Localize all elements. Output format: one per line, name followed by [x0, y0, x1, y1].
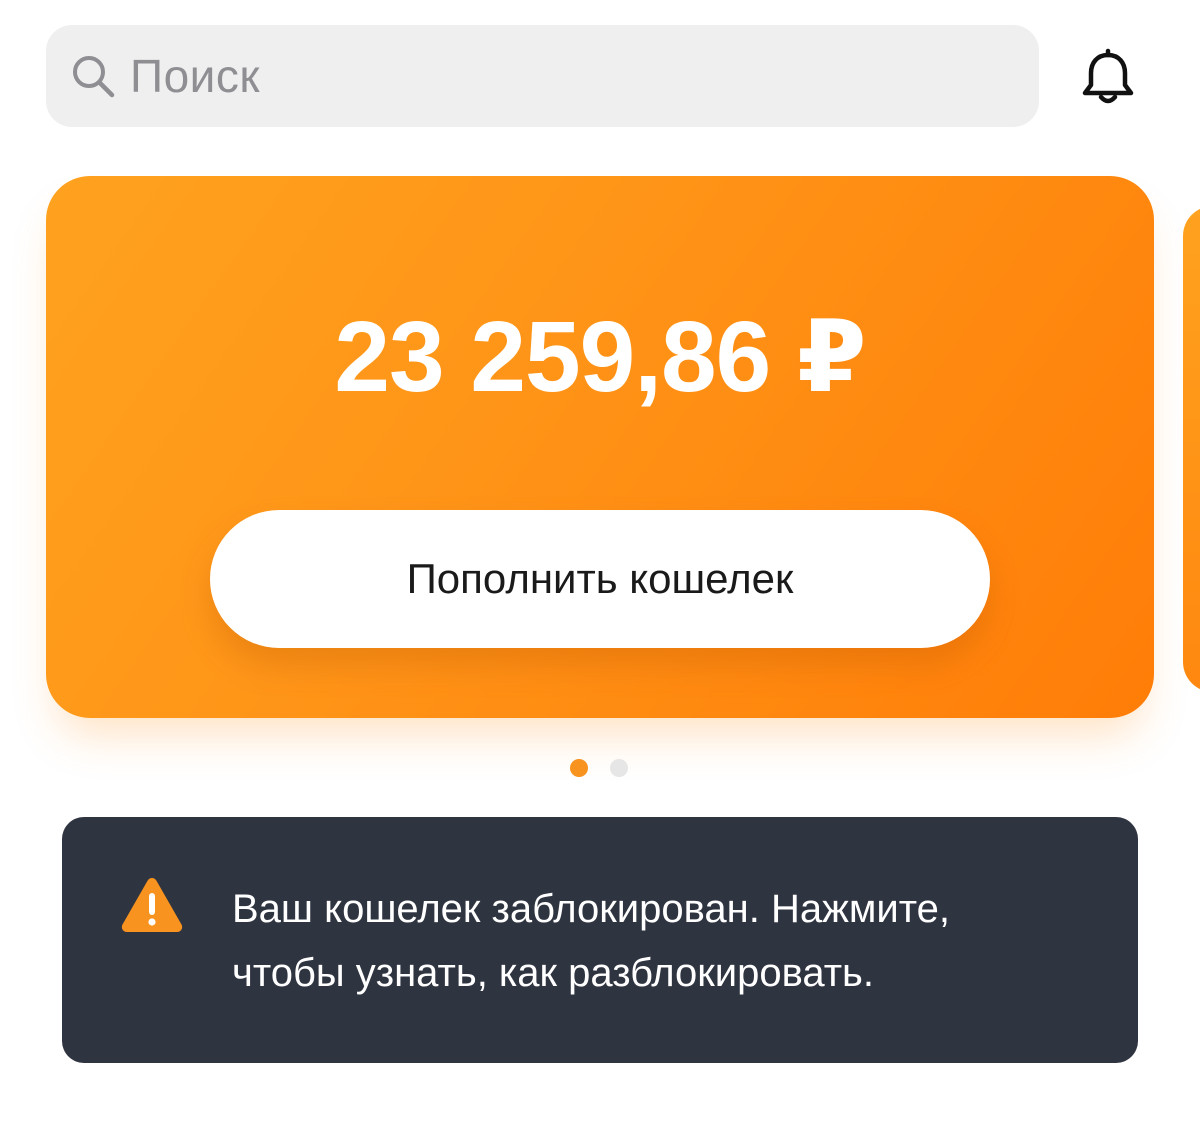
bell-icon	[1082, 48, 1134, 104]
pagination-dot[interactable]	[610, 759, 628, 777]
notifications-button[interactable]	[1072, 42, 1144, 114]
next-card-peek[interactable]	[1183, 206, 1200, 692]
pagination-dot-active[interactable]	[570, 759, 588, 777]
warning-icon	[121, 878, 183, 932]
wallet-blocked-message-line: чтобы узнать, как разблокировать.	[232, 951, 875, 995]
wallet-balance: 23 259,86 ₽	[334, 301, 866, 413]
wallet-blocked-message-line: Ваш кошелек заблокирован. Нажмите,	[232, 887, 950, 931]
search-placeholder: Поиск	[130, 50, 260, 102]
card-pagination	[570, 759, 628, 777]
topup-wallet-label: Пополнить кошелек	[406, 555, 794, 602]
wallet-card[interactable]: 23 259,86 ₽ Пополнить кошелек	[46, 176, 1154, 718]
wallet-blocked-banner[interactable]: Ваш кошелек заблокирован. Нажмите, чтобы…	[62, 817, 1138, 1063]
search-bar[interactable]: Поиск	[46, 25, 1039, 127]
topup-wallet-button[interactable]: Пополнить кошелек	[210, 510, 990, 648]
search-icon	[68, 51, 118, 101]
wallet-blocked-message: Ваш кошелек заблокирован. Нажмите, чтобы…	[232, 877, 1102, 1005]
